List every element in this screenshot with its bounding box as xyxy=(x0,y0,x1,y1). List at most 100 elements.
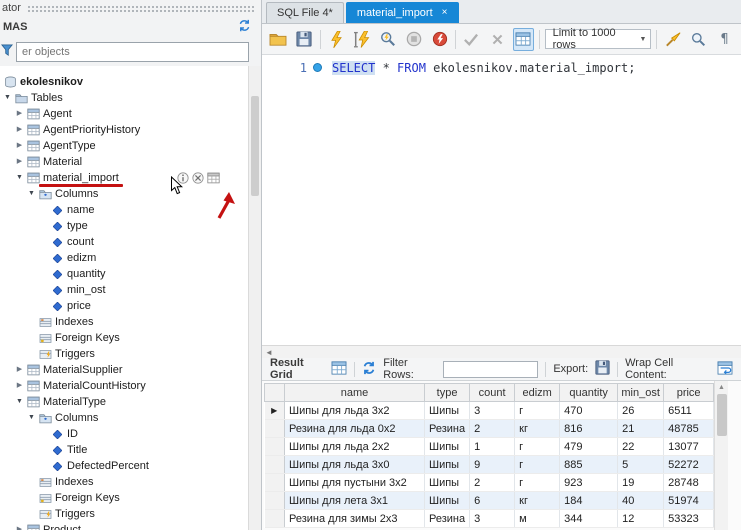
chevron-collapsed-icon[interactable]: ▶ xyxy=(14,138,25,154)
row-selector[interactable]: ▶ xyxy=(265,402,285,420)
tree-item-name[interactable]: name xyxy=(0,202,261,218)
cell[interactable]: 26 xyxy=(618,402,664,420)
cell[interactable]: Шипы для льда 3x2 xyxy=(285,402,425,420)
cell[interactable]: Шипы для льда 3x0 xyxy=(285,456,425,474)
tree-item-edizm[interactable]: edizm xyxy=(0,250,261,266)
cell[interactable]: 6 xyxy=(470,492,515,510)
cell[interactable]: 19 xyxy=(618,474,664,492)
sql-code[interactable]: SELECT * FROM ekolesnikov.material_impor… xyxy=(326,60,635,345)
cell[interactable]: Шипы xyxy=(425,456,470,474)
navigator-scrollbar[interactable] xyxy=(248,66,261,530)
cell[interactable]: г xyxy=(515,474,560,492)
column-header-edizm[interactable]: edizm xyxy=(515,384,560,402)
chevron-collapsed-icon[interactable]: ▶ xyxy=(14,522,25,530)
row-selector[interactable] xyxy=(265,492,285,510)
cell[interactable]: 344 xyxy=(560,510,618,528)
cell[interactable]: 479 xyxy=(560,438,618,456)
cell[interactable]: Шипы для лета 3x1 xyxy=(285,492,425,510)
alter-table-wrench-icon[interactable] xyxy=(192,172,204,184)
tab-material-import[interactable]: material_import× xyxy=(346,2,459,23)
cell[interactable]: 6511 xyxy=(664,402,714,420)
sql-editor[interactable]: 1 SELECT * FROM ekolesnikov.material_imp… xyxy=(262,55,741,345)
cell[interactable]: Шипы для льда 2x2 xyxy=(285,438,425,456)
cell[interactable]: г xyxy=(515,438,560,456)
editor-hscrollbar[interactable]: ◄ xyxy=(262,345,741,358)
chevron-expanded-icon[interactable]: ▼ xyxy=(2,90,13,106)
explain-button[interactable] xyxy=(377,28,398,51)
chevron-expanded-icon[interactable]: ▼ xyxy=(14,394,25,410)
row-selector[interactable] xyxy=(265,510,285,528)
column-header-quantity[interactable]: quantity xyxy=(560,384,618,402)
cell[interactable]: 2 xyxy=(470,420,515,438)
wrap-cell-icon[interactable] xyxy=(717,361,733,378)
select-rows-grid-icon[interactable] xyxy=(207,172,220,184)
tree-item-agentpriorityhistory[interactable]: ▶AgentPriorityHistory xyxy=(0,122,261,138)
grid-edit-icon[interactable] xyxy=(331,361,347,378)
scroll-left-arrow-icon[interactable]: ◄ xyxy=(262,346,276,358)
column-header-min-ost[interactable]: min_ost xyxy=(618,384,664,402)
cell[interactable]: 21 xyxy=(618,420,664,438)
beautify-button[interactable] xyxy=(662,28,683,51)
panel-drag-handle[interactable] xyxy=(27,5,255,14)
row-selector[interactable] xyxy=(265,456,285,474)
cell[interactable]: 13077 xyxy=(664,438,714,456)
cell[interactable]: Резина для зимы 2x3 xyxy=(285,510,425,528)
row-selector[interactable] xyxy=(265,420,285,438)
cell[interactable]: 184 xyxy=(560,492,618,510)
tree-item-ekolesnikov[interactable]: ekolesnikov xyxy=(0,74,261,90)
result-grid-tab[interactable]: Result Grid xyxy=(270,358,324,381)
cell[interactable]: 12 xyxy=(618,510,664,528)
chevron-collapsed-icon[interactable]: ▶ xyxy=(14,154,25,170)
filter-rows-input[interactable] xyxy=(443,361,538,378)
tree-item-materialsupplier[interactable]: ▶MaterialSupplier xyxy=(0,362,261,378)
cell[interactable]: Шипы xyxy=(425,492,470,510)
cell[interactable]: 923 xyxy=(560,474,618,492)
chevron-expanded-icon[interactable]: ▼ xyxy=(26,410,37,426)
export-icon[interactable] xyxy=(595,360,610,378)
tree-item-defectedpercent[interactable]: DefectedPercent xyxy=(0,458,261,474)
result-grid-scrollbar[interactable]: ▲ xyxy=(714,381,728,530)
execute-current-button[interactable] xyxy=(352,28,373,51)
cell[interactable]: кг xyxy=(515,492,560,510)
refresh-schemas-icon[interactable] xyxy=(238,19,251,35)
tree-item-material-import[interactable]: ▼material_import xyxy=(0,170,261,186)
cell[interactable]: Шипы xyxy=(425,474,470,492)
chevron-collapsed-icon[interactable]: ▶ xyxy=(14,362,25,378)
cell[interactable]: 5 xyxy=(618,456,664,474)
tree-item-title[interactable]: Title xyxy=(0,442,261,458)
result-grid-scrollbar-thumb[interactable] xyxy=(717,394,727,436)
cell[interactable]: Резина для льда 0x2 xyxy=(285,420,425,438)
tree-item-min-ost[interactable]: min_ost xyxy=(0,282,261,298)
cell[interactable]: 48785 xyxy=(664,420,714,438)
chevron-collapsed-icon[interactable]: ▶ xyxy=(14,106,25,122)
cell[interactable]: 28748 xyxy=(664,474,714,492)
invisibles-button[interactable]: ¶ xyxy=(714,28,735,51)
chevron-expanded-icon[interactable]: ▼ xyxy=(26,186,37,202)
cell[interactable]: Шипы xyxy=(425,438,470,456)
tree-item-agenttype[interactable]: ▶AgentType xyxy=(0,138,261,154)
tree-item-quantity[interactable]: quantity xyxy=(0,266,261,282)
cell[interactable]: Шипы для пустыни 3x2 xyxy=(285,474,425,492)
cell[interactable]: 3 xyxy=(470,510,515,528)
column-header-type[interactable]: type xyxy=(425,384,470,402)
cell[interactable]: 53323 xyxy=(664,510,714,528)
stop-on-error-button[interactable] xyxy=(429,28,450,51)
cell[interactable]: г xyxy=(515,402,560,420)
find-button[interactable] xyxy=(688,28,709,51)
cell[interactable]: г xyxy=(515,456,560,474)
cell[interactable]: 816 xyxy=(560,420,618,438)
execute-button[interactable] xyxy=(326,28,347,51)
cell[interactable]: 51974 xyxy=(664,492,714,510)
tree-item-count[interactable]: count xyxy=(0,234,261,250)
cell[interactable]: 9 xyxy=(470,456,515,474)
chevron-collapsed-icon[interactable]: ▶ xyxy=(14,378,25,394)
chevron-expanded-icon[interactable]: ▼ xyxy=(14,170,25,186)
tree-item-columns[interactable]: ▼Columns xyxy=(0,410,261,426)
cell[interactable]: 40 xyxy=(618,492,664,510)
cell[interactable]: Резина xyxy=(425,420,470,438)
cell[interactable]: кг xyxy=(515,420,560,438)
row-selector[interactable] xyxy=(265,438,285,456)
column-header-name[interactable]: name xyxy=(285,384,425,402)
tree-item-agent[interactable]: ▶Agent xyxy=(0,106,261,122)
tree-item-materialtype[interactable]: ▼MaterialType xyxy=(0,394,261,410)
